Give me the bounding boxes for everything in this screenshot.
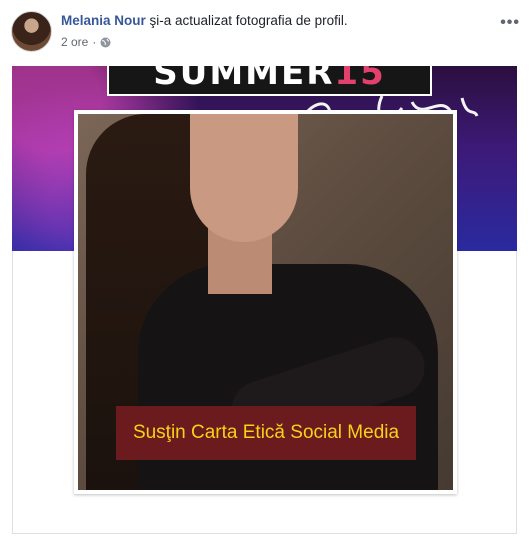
- photo-face-shape: [190, 114, 298, 242]
- post-header-line: Melania Nour şi-a actualizat fotografia …: [61, 13, 348, 28]
- author-name-link[interactable]: Melania Nour: [61, 13, 146, 28]
- meta-separator: ·: [92, 35, 97, 49]
- post-meta: 2 ore ·: [61, 35, 111, 49]
- more-options-icon[interactable]: •••: [500, 14, 520, 32]
- profile-frame-badge-text: Susţin Carta Etică Social Media: [132, 422, 400, 443]
- profile-frame-badge: Susţin Carta Etică Social Media: [116, 406, 416, 460]
- profile-picture-frame[interactable]: Susţin Carta Etică Social Media: [74, 110, 457, 494]
- profile-picture: Susţin Carta Etică Social Media: [78, 114, 453, 490]
- post-action-text: şi-a actualizat fotografia de profil.: [145, 13, 348, 28]
- post-time[interactable]: 2 ore: [61, 35, 88, 49]
- globe-icon[interactable]: [100, 37, 111, 48]
- avatar[interactable]: [11, 11, 52, 52]
- post-header: Melania Nour şi-a actualizat fotografia …: [0, 0, 530, 60]
